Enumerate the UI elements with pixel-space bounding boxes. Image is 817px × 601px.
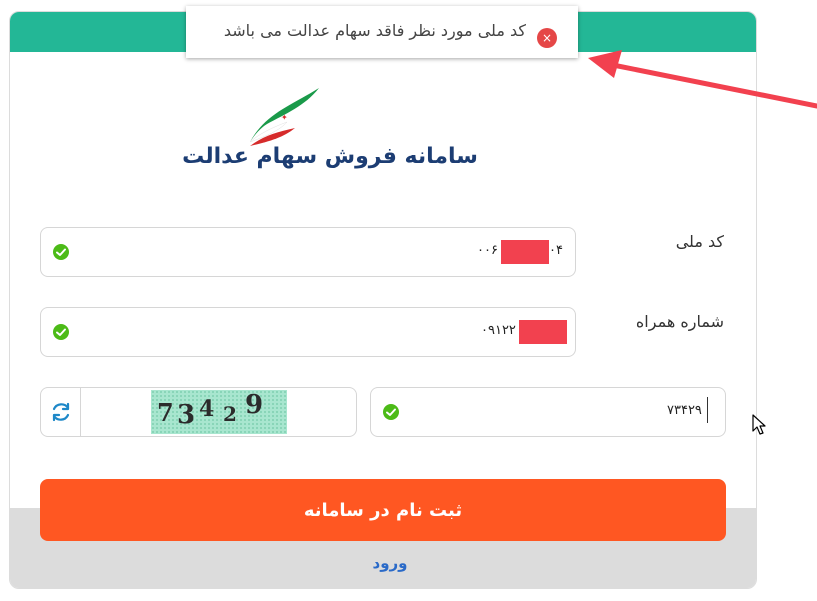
captcha-char: 4 [199, 396, 215, 422]
captcha-char: 7 [157, 398, 174, 427]
redaction-mark [519, 320, 567, 344]
captcha-char: 9 [245, 390, 264, 420]
captcha-panel: 7 3 4 2 9 [40, 387, 357, 437]
check-circle-icon [53, 244, 69, 260]
check-circle-icon [383, 404, 399, 420]
close-icon[interactable]: × [537, 28, 557, 48]
refresh-icon[interactable] [49, 400, 73, 424]
captcha-image: 7 3 4 2 9 [151, 390, 287, 434]
captcha-value: ۷۳۴۲۹ [667, 403, 702, 418]
register-button[interactable]: ثبت نام در سامانه [40, 479, 726, 541]
captcha-char: 2 [223, 402, 237, 426]
text-caret [707, 397, 708, 423]
mouse-pointer-icon [752, 414, 766, 435]
national-code-value-end: ۰۴ [549, 243, 563, 258]
error-toast: کد ملی مورد نظر فاقد سهام عدالت می باشد … [186, 6, 578, 58]
annotation-arrow-icon [588, 50, 817, 109]
national-code-value-start: ۰۰۶ [477, 243, 498, 258]
mobile-value-start: ۰۹۱۲۲ [481, 323, 516, 338]
captcha-char: 3 [177, 400, 196, 430]
captcha-divider [80, 388, 81, 436]
national-code-label: کد ملی [675, 232, 724, 251]
svg-text:✦: ✦ [281, 113, 288, 122]
mobile-label: شماره همراه [635, 312, 724, 331]
login-link[interactable]: ورود [350, 554, 430, 572]
national-code-input[interactable]: ۰۰۶ ۰۴ [40, 227, 576, 277]
check-circle-icon [53, 324, 69, 340]
captcha-input[interactable]: ۷۳۴۲۹ [370, 387, 726, 437]
redaction-mark [501, 240, 549, 264]
mobile-input[interactable]: ۰۹۱۲۲ [40, 307, 576, 357]
page-title: سامانه فروش سهام عدالت [182, 144, 478, 169]
toast-message: کد ملی مورد نظر فاقد سهام عدالت می باشد [223, 21, 526, 40]
